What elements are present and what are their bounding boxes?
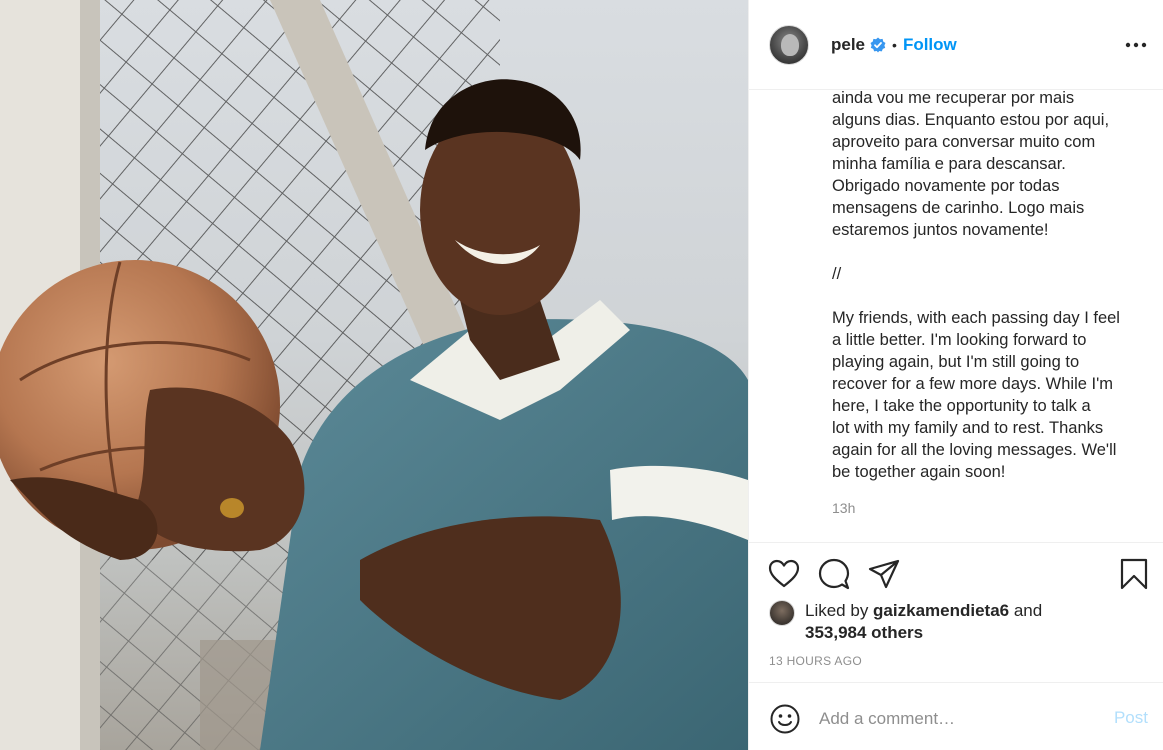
comment-bar: Post — [749, 682, 1163, 750]
caption-portuguese: ainda vou me recuperar por mais alguns d… — [832, 90, 1110, 239]
emoji-icon[interactable] — [769, 703, 801, 735]
photo-illustration — [0, 0, 748, 750]
caption-english: My friends, with each passing day I feel… — [832, 309, 1120, 481]
likes-prefix: Liked by — [805, 601, 874, 620]
share-icon[interactable] — [867, 557, 901, 591]
more-options-icon[interactable] — [1124, 33, 1148, 57]
post-photo[interactable] — [0, 0, 748, 750]
username-link[interactable]: pele — [831, 35, 865, 55]
post-age[interactable]: 13 HOURS AGO — [769, 654, 862, 668]
follow-button[interactable]: Follow — [903, 35, 957, 55]
likes-conjunction: and — [1009, 601, 1043, 620]
likes-text: Liked by gaizkamendieta6 and 353,984 oth… — [805, 600, 1042, 644]
bookmark-icon[interactable] — [1117, 557, 1151, 591]
comment-input[interactable] — [819, 705, 1089, 733]
verified-badge-icon — [870, 37, 886, 53]
caption-timestamp[interactable]: 13h — [832, 497, 1150, 519]
post-caption: ainda vou me recuperar por mais alguns d… — [832, 90, 1150, 520]
liker-avatar[interactable] — [769, 600, 795, 626]
likes-summary: Liked by gaizkamendieta6 and 353,984 oth… — [769, 600, 1149, 646]
post-header: pele • Follow — [749, 0, 1163, 90]
liker-username-link[interactable]: gaizkamendieta6 — [873, 601, 1009, 620]
header-separator: • — [892, 36, 897, 53]
comment-icon[interactable] — [817, 557, 851, 591]
heart-icon[interactable] — [767, 557, 801, 591]
likes-count-link[interactable]: 353,984 others — [805, 623, 923, 642]
user-avatar[interactable] — [769, 24, 809, 65]
post-side-panel: pele • Follow ainda vou me recuperar por… — [748, 0, 1163, 750]
post-actions-bar — [749, 542, 1163, 604]
caption-separator: // — [832, 265, 842, 283]
post-comment-button[interactable]: Post — [1114, 708, 1148, 728]
